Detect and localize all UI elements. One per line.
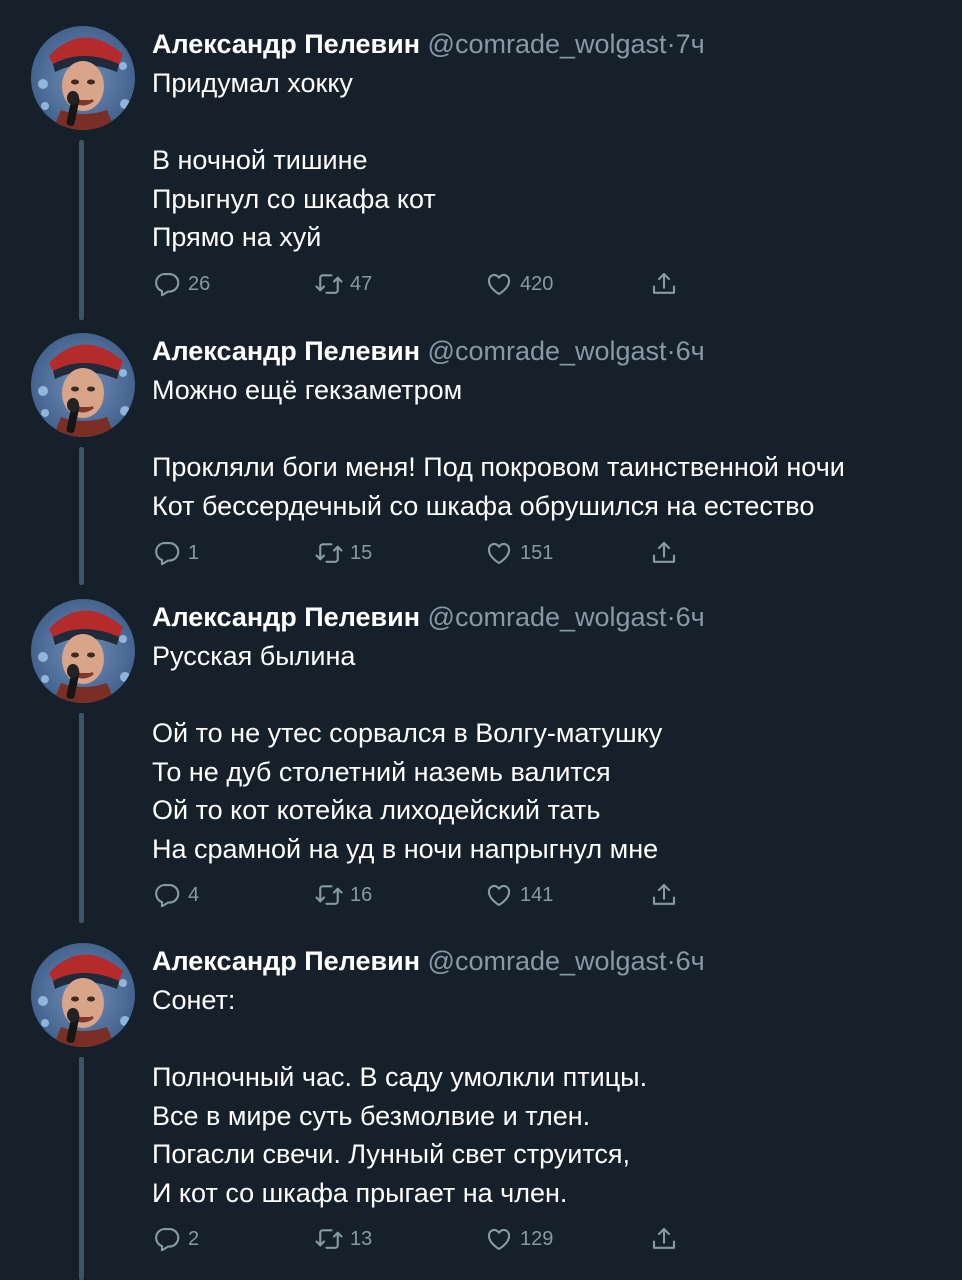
retweet-icon — [315, 543, 343, 563]
author-handle[interactable]: @comrade_wolgast — [428, 29, 667, 59]
retweet-icon — [315, 885, 343, 905]
tweet-actions: 2 13 129 — [152, 1222, 712, 1256]
thread-connector-line — [79, 1057, 84, 1280]
separator-dot: · — [666, 946, 676, 976]
retweet-icon — [315, 1229, 343, 1249]
share-icon — [652, 1227, 676, 1249]
share-icon — [652, 541, 676, 563]
reply-icon — [155, 272, 180, 297]
heart-icon — [487, 542, 511, 565]
reply-button[interactable]: 4 — [152, 878, 199, 912]
share-icon — [652, 883, 676, 905]
tweet-actions: 1 15 151 — [152, 536, 712, 570]
reply-icon — [155, 1227, 180, 1252]
retweet-icon — [315, 274, 343, 294]
tweet-text: Русская былина Ой то не утес сорвался в … — [152, 641, 663, 864]
avatar[interactable] — [31, 599, 135, 703]
share-button[interactable] — [649, 536, 679, 570]
tweet-header: Александр Пелевин @comrade_wolgast·6ч — [152, 599, 942, 635]
heart-icon — [487, 1228, 511, 1251]
share-button[interactable] — [649, 878, 679, 912]
separator-dot: · — [666, 29, 676, 59]
reply-button[interactable]: 1 — [152, 536, 199, 570]
retweet-button[interactable]: 16 — [314, 878, 372, 912]
tweet-text: Сонет: Полночный час. В саду умолкли пти… — [152, 985, 648, 1208]
avatar[interactable] — [31, 333, 135, 437]
retweet-button[interactable]: 13 — [314, 1222, 372, 1256]
tweet-header: Александр Пелевин @comrade_wolgast·6ч — [152, 333, 942, 369]
tweet-actions: 4 16 141 — [152, 878, 712, 912]
reply-icon — [155, 541, 180, 566]
tweet-time[interactable]: 6ч — [676, 946, 705, 976]
author-name[interactable]: Александр Пелевин — [152, 29, 420, 59]
avatar[interactable] — [31, 943, 135, 1047]
tweet-actions: 26 47 420 — [152, 267, 712, 301]
retweet-count: 15 — [350, 541, 373, 564]
heart-icon — [487, 884, 511, 907]
retweet-count: 47 — [350, 272, 373, 295]
tweet-text: Можно ещё гекзаметром Прокляли боги меня… — [152, 375, 845, 521]
author-name[interactable]: Александр Пелевин — [152, 946, 420, 976]
share-icon — [652, 272, 676, 294]
retweet-count: 13 — [350, 1227, 373, 1250]
tweet-header: Александр Пелевин @comrade_wolgast·6ч — [152, 943, 942, 979]
retweet-count: 16 — [350, 883, 373, 906]
separator-dot: · — [666, 602, 676, 632]
thread-connector-line — [79, 713, 84, 923]
tweet-header: Александр Пелевин @comrade_wolgast·7ч — [152, 26, 942, 62]
like-button[interactable]: 420 — [484, 267, 553, 301]
retweet-button[interactable]: 47 — [314, 267, 372, 301]
reply-icon — [155, 883, 180, 908]
author-name[interactable]: Александр Пелевин — [152, 602, 420, 632]
avatar[interactable] — [31, 26, 135, 130]
tweet-time[interactable]: 6ч — [676, 336, 705, 366]
reply-count: 1 — [188, 541, 200, 564]
like-count: 129 — [520, 1227, 554, 1250]
reply-button[interactable]: 26 — [152, 267, 210, 301]
thread-connector-line — [79, 447, 84, 585]
reply-count: 26 — [188, 272, 211, 295]
like-count: 151 — [520, 541, 554, 564]
tweet-time[interactable]: 6ч — [676, 602, 705, 632]
author-handle[interactable]: @comrade_wolgast — [428, 602, 667, 632]
reply-count: 2 — [188, 1227, 200, 1250]
like-button[interactable]: 141 — [484, 878, 553, 912]
reply-button[interactable]: 2 — [152, 1222, 199, 1256]
author-name[interactable]: Александр Пелевин — [152, 336, 420, 366]
thread-connector-line — [79, 140, 84, 320]
heart-icon — [487, 273, 511, 296]
like-count: 420 — [520, 272, 554, 295]
like-button[interactable]: 151 — [484, 536, 553, 570]
reply-count: 4 — [188, 883, 200, 906]
author-handle[interactable]: @comrade_wolgast — [428, 946, 667, 976]
separator-dot: · — [666, 336, 676, 366]
like-button[interactable]: 129 — [484, 1222, 553, 1256]
tweet-time[interactable]: 7ч — [676, 29, 705, 59]
author-handle[interactable]: @comrade_wolgast — [428, 336, 667, 366]
share-button[interactable] — [649, 267, 679, 301]
retweet-button[interactable]: 15 — [314, 536, 372, 570]
share-button[interactable] — [649, 1222, 679, 1256]
like-count: 141 — [520, 883, 554, 906]
tweet-text: Придумал хокку В ночной тишине Прыгнул с… — [152, 68, 436, 252]
